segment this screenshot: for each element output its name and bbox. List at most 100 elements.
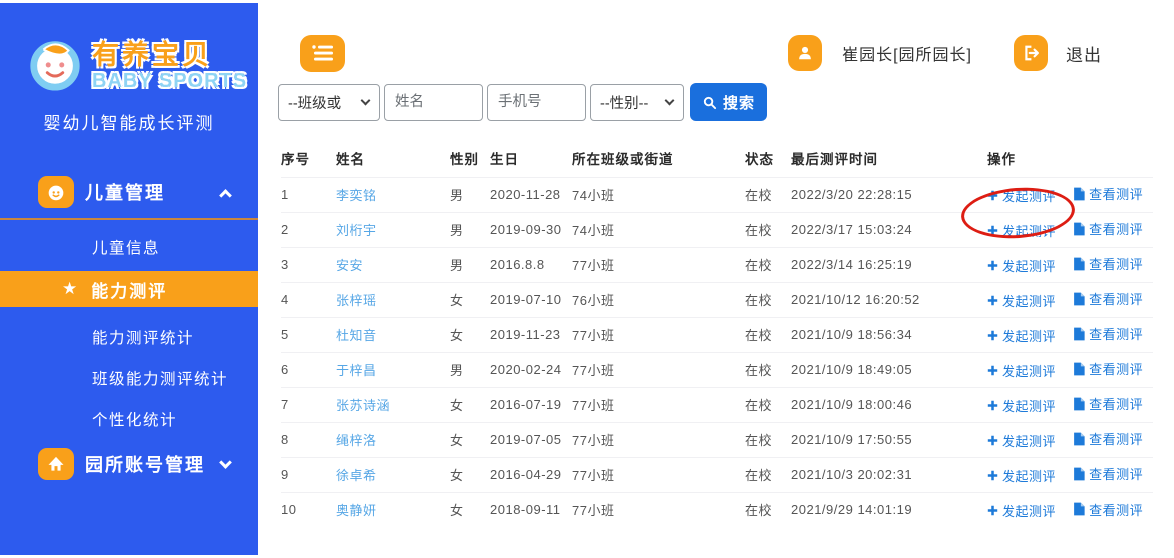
sidebar-item-eval-stats[interactable]: 能力测评统计 — [0, 326, 258, 348]
launch-eval-link[interactable]: 发起测评 — [987, 431, 1056, 450]
class-filter-select[interactable]: --班级或 — [278, 83, 380, 121]
launch-eval-label: 发起测评 — [1002, 293, 1057, 309]
sidebar-item-account-management[interactable]: 园所账号管理 — [0, 446, 258, 482]
cell-gender: 女 — [450, 491, 490, 527]
view-eval-label: 查看测评 — [1089, 187, 1144, 203]
phone-filter-input[interactable] — [487, 83, 586, 121]
view-eval-link[interactable]: 查看测评 — [1073, 500, 1143, 519]
view-eval-label: 查看测评 — [1089, 432, 1144, 448]
document-icon — [1074, 432, 1085, 446]
name-filter-input[interactable] — [384, 83, 483, 121]
chevron-up-icon — [219, 188, 232, 202]
sidebar-item-child-management[interactable]: 儿童管理 — [0, 174, 258, 210]
sidebar-item-child-info[interactable]: 儿童信息 — [0, 236, 258, 258]
launch-eval-link[interactable]: 发起测评 — [987, 291, 1056, 310]
cell-index: 6 — [281, 351, 336, 387]
cell-class: 77小班 — [572, 491, 745, 527]
plus-icon — [987, 225, 998, 235]
main-content: 崔园长[园所园长] 退出 --班级或 --性别-- — [258, 3, 1174, 555]
sidebar-item-ability-eval-active[interactable]: ★ 能力测评 — [0, 271, 258, 307]
cell-status: 在校 — [745, 491, 791, 527]
cell-last-eval-time: 2022/3/20 22:28:15 — [791, 176, 987, 212]
cell-gender: 女 — [450, 316, 490, 352]
sidebar-item-class-eval-stats[interactable]: 班级能力测评统计 — [0, 367, 258, 389]
student-name-link[interactable]: 奥静妍 — [336, 491, 450, 527]
launch-eval-link[interactable]: 发起测评 — [987, 361, 1056, 380]
view-eval-label: 查看测评 — [1089, 222, 1144, 238]
cell-index: 10 — [281, 491, 336, 527]
cell-index: 1 — [281, 176, 336, 212]
cell-birthday: 2016-07-19 — [490, 386, 572, 422]
document-icon — [1074, 187, 1085, 201]
view-eval-label: 查看测评 — [1089, 362, 1144, 378]
view-eval-link[interactable]: 查看测评 — [1073, 394, 1143, 413]
view-eval-label: 查看测评 — [1089, 502, 1144, 518]
plus-icon — [987, 505, 998, 516]
cell-class: 77小班 — [572, 351, 745, 387]
cell-status: 在校 — [745, 316, 791, 352]
view-eval-label: 查看测评 — [1089, 397, 1144, 413]
cell-index: 5 — [281, 316, 336, 352]
cell-birthday: 2019-09-30 — [490, 211, 572, 247]
cell-class: 77小班 — [572, 421, 745, 457]
launch-eval-link[interactable]: 发起测评 — [987, 256, 1056, 275]
document-icon — [1074, 362, 1085, 376]
view-eval-link[interactable]: 查看测评 — [1073, 464, 1143, 483]
view-eval-link[interactable]: 查看测评 — [1073, 359, 1143, 378]
student-name-link[interactable]: 于梓昌 — [336, 351, 450, 387]
brand-name-en: BABY SPORTS — [92, 70, 248, 92]
student-name-link[interactable]: 刘桁宇 — [336, 211, 450, 247]
view-eval-link[interactable]: 查看测评 — [1073, 429, 1143, 448]
cell-gender: 女 — [450, 386, 490, 422]
user-avatar-button[interactable] — [788, 35, 823, 71]
student-name-link[interactable]: 张梓瑶 — [336, 281, 450, 317]
chevron-down-icon — [219, 455, 232, 469]
cell-index: 2 — [281, 211, 336, 247]
student-name-link[interactable]: 安安 — [336, 246, 450, 282]
launch-eval-link[interactable]: 发起测评 — [987, 501, 1056, 520]
header-status: 状态 — [745, 151, 774, 167]
header-gender: 性别 — [450, 151, 479, 167]
chevron-down-icon — [360, 95, 371, 106]
search-button[interactable]: 搜索 — [690, 83, 767, 121]
view-eval-link[interactable]: 查看测评 — [1073, 219, 1143, 238]
student-name-link[interactable]: 李奕铭 — [336, 176, 450, 212]
header-actions: 操作 — [987, 151, 1016, 167]
cell-class: 77小班 — [572, 316, 745, 352]
school-icon — [38, 448, 74, 480]
student-name-link[interactable]: 杜知音 — [336, 316, 450, 352]
brand-tagline: 婴幼儿智能成长评测 — [43, 114, 215, 133]
star-icon: ★ — [62, 279, 78, 298]
gender-filter-select[interactable]: --性别-- — [590, 83, 684, 121]
table-row: 2 刘桁宇 男 2019-09-30 74小班 在校 2022/3/17 15:… — [281, 211, 1153, 247]
launch-eval-link[interactable]: 发起测评 — [987, 326, 1056, 345]
sidebar-divider — [0, 218, 258, 220]
launch-eval-link[interactable]: 发起测评 — [987, 396, 1056, 415]
logout-button[interactable] — [1014, 35, 1048, 71]
launch-eval-link[interactable]: 发起测评 — [987, 221, 1056, 240]
view-eval-link[interactable]: 查看测评 — [1073, 254, 1143, 273]
hamburger-menu-button[interactable] — [300, 34, 345, 72]
launch-eval-link[interactable]: 发起测评 — [987, 186, 1056, 205]
cell-status: 在校 — [745, 386, 791, 422]
document-icon — [1074, 257, 1085, 271]
document-icon — [1074, 467, 1085, 481]
cell-last-eval-time: 2021/10/12 16:20:52 — [791, 281, 987, 317]
launch-eval-link[interactable]: 发起测评 — [987, 466, 1056, 485]
sidebar-item-personalized-stats[interactable]: 个性化统计 — [0, 408, 258, 430]
cell-birthday: 2016-04-29 — [490, 456, 572, 492]
table-row: 7 张苏诗涵 女 2016-07-19 77小班 在校 2021/10/9 18… — [281, 386, 1153, 422]
student-name-link[interactable]: 徐卓希 — [336, 456, 450, 492]
gender-filter-value: --性别-- — [600, 95, 649, 112]
student-name-link[interactable]: 张苏诗涵 — [336, 386, 450, 422]
document-icon — [1074, 327, 1085, 341]
cell-status: 在校 — [745, 176, 791, 212]
view-eval-link[interactable]: 查看测评 — [1073, 324, 1143, 343]
view-eval-link[interactable]: 查看测评 — [1073, 289, 1143, 308]
cell-index: 3 — [281, 246, 336, 282]
cell-last-eval-time: 2021/10/9 18:56:34 — [791, 316, 987, 352]
student-name-link[interactable]: 绳梓洛 — [336, 421, 450, 457]
cell-last-eval-time: 2021/9/29 14:01:19 — [791, 491, 987, 527]
view-eval-link[interactable]: 查看测评 — [1073, 184, 1143, 203]
header-index: 序号 — [281, 151, 310, 167]
